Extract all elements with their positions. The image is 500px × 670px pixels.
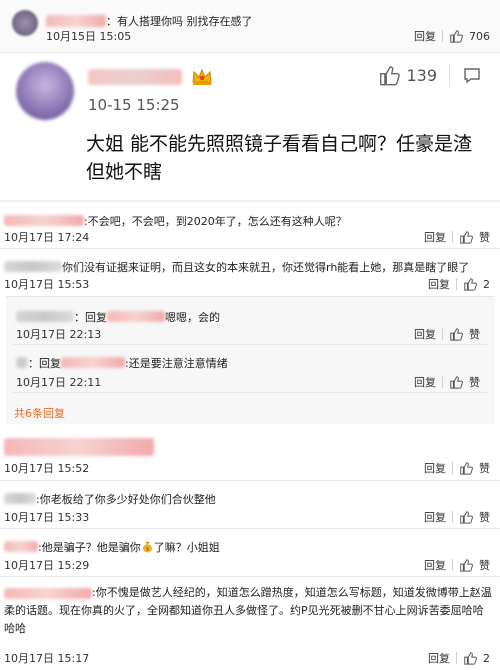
comment-time: 10月17日 17:24 — [4, 231, 90, 244]
more-replies-link[interactable]: 共6条回复 — [14, 405, 65, 421]
thumbs-up-icon[interactable] — [459, 510, 473, 524]
divider — [456, 652, 457, 664]
thumbs-up-icon[interactable] — [449, 29, 463, 43]
like-label: 赞 — [479, 462, 490, 475]
reply-button[interactable]: 回复 — [414, 374, 436, 390]
divider — [452, 462, 453, 474]
list-item: :你老板给了你多少好处你们合伙整他 10月17日 15:33 回复 赞 — [0, 484, 500, 524]
username-redacted[interactable] — [88, 68, 182, 85]
divider — [452, 231, 453, 243]
comment-text: 嗯嗯，会的 — [165, 311, 220, 324]
reply-prefix: ：回复 — [74, 311, 107, 324]
like-label: 赞 — [469, 376, 480, 389]
like-count: 2 — [483, 277, 490, 291]
like-count: 2 — [483, 651, 490, 665]
divider — [442, 376, 443, 388]
thumbs-up-icon[interactable] — [459, 230, 473, 244]
reply-item: ：回复 嗯嗯，会的 10月17日 22:13 回复 赞 — [0, 302, 500, 342]
list-item: 你们没有证据来证明，而且这女的本来就丑，你还觉得rh能看上她，那真是瞎了眼了 1… — [0, 252, 500, 292]
like-count: 706 — [469, 29, 490, 43]
comment-text: :他是骗子？他是骗你 — [38, 541, 141, 554]
comment-time: 10月17日 15:52 — [4, 462, 90, 475]
reply-button[interactable]: 回复 — [414, 28, 436, 44]
thumbs-up-icon[interactable] — [463, 651, 477, 665]
divider — [442, 30, 443, 42]
comment-text-continued: 了嘛？小姐姐 — [153, 541, 220, 554]
comment-time: 10月15日 15:05 — [46, 30, 132, 43]
list-item: :不会吧，不会吧，到2020年了，怎么还有这种人呢？ 10月17日 17:24 … — [0, 206, 500, 246]
avatar[interactable] — [16, 62, 74, 120]
comment-text: :不会吧，不会吧，到2020年了，怎么还有这种人呢？ — [84, 215, 347, 228]
reply-item: ：回复 :还是要注意注意情绪 10月17日 22:11 回复 赞 — [0, 348, 500, 390]
mention-redacted[interactable] — [61, 357, 125, 368]
divider — [449, 64, 450, 86]
thumbs-up-icon[interactable] — [378, 64, 401, 86]
comment-time: 10-15 15:25 — [88, 96, 180, 114]
thumbs-up-icon[interactable] — [459, 461, 473, 475]
comment-text: :还是要注意注意情绪 — [125, 357, 228, 370]
username-redacted[interactable] — [16, 357, 28, 368]
thumbs-up-icon[interactable] — [459, 558, 473, 572]
username-redacted[interactable] — [4, 261, 62, 272]
list-item: 10月17日 15:52 回复 赞 — [0, 430, 500, 476]
crown-icon — [192, 68, 212, 85]
comment-time: 10月17日 22:13 — [16, 328, 102, 341]
divider — [456, 278, 457, 290]
divider — [442, 328, 443, 340]
comment-time: 10月17日 15:17 — [4, 652, 90, 665]
featured-comment: 10-15 15:25 139 大姐 能不能先照照镜子看看自己啊？任豪是渣但她不… — [0, 54, 500, 200]
reply-button[interactable]: 回复 — [428, 276, 450, 292]
comment-text: 你们没有证据来证明，而且这女的本来就丑，你还觉得rh能看上她，那真是瞎了眼了 — [62, 261, 470, 274]
username-redacted[interactable] — [4, 587, 92, 599]
comment-text-redacted — [4, 437, 154, 456]
reply-button[interactable]: 回复 — [428, 650, 450, 666]
username-redacted[interactable] — [4, 493, 36, 504]
like-count: 139 — [406, 65, 437, 85]
comment-icon[interactable] — [462, 65, 482, 85]
reply-button[interactable]: 回复 — [424, 509, 446, 525]
money-bag-emoji-icon: $ — [142, 541, 152, 553]
avatar[interactable] — [12, 10, 38, 36]
reply-prefix: ：回复 — [28, 357, 61, 370]
list-item: :他是骗子？他是骗你 $ 了嘛？小姐姐 10月17日 15:29 回复 赞 — [0, 532, 500, 572]
mention-redacted[interactable] — [107, 311, 165, 322]
thumbs-up-icon[interactable] — [449, 327, 463, 341]
thumbs-up-icon[interactable] — [449, 375, 463, 389]
like-label: 赞 — [479, 559, 490, 572]
like-label: 赞 — [479, 231, 490, 244]
reply-button[interactable]: 回复 — [424, 460, 446, 476]
comment-text: ：有人搭理你吗 别找存在感了 — [106, 15, 253, 28]
like-label: 赞 — [479, 511, 490, 524]
list-item: :你不愧是做艺人经纪的，知道怎么蹭热度，知道怎么写标题，知道发微博带上赵温柔的话… — [0, 580, 500, 670]
divider — [452, 559, 453, 571]
comment-time: 10月17日 22:11 — [16, 376, 102, 389]
divider — [452, 511, 453, 523]
comment-time: 10月17日 15:33 — [4, 511, 90, 524]
comment-text: :你老板给了你多少好处你们合伙整他 — [36, 493, 216, 506]
username-redacted[interactable] — [16, 311, 74, 322]
reply-button[interactable]: 回复 — [414, 326, 436, 342]
svg-text:$: $ — [145, 547, 149, 553]
like-label: 赞 — [469, 328, 480, 341]
comment-time: 10月17日 15:53 — [4, 278, 90, 291]
thumbs-up-icon[interactable] — [463, 277, 477, 291]
reply-button[interactable]: 回复 — [424, 557, 446, 573]
top-comment: ：有人搭理你吗 别找存在感了 10月15日 15:05 回复 706 — [0, 6, 500, 46]
username-redacted[interactable] — [46, 14, 106, 27]
comment-text: 大姐 能不能先照照镜子看看自己啊？任豪是渣但她不瞎 — [86, 133, 473, 183]
comment-time: 10月17日 15:29 — [4, 559, 90, 572]
username-redacted[interactable] — [4, 215, 84, 226]
reply-button[interactable]: 回复 — [424, 229, 446, 245]
username-redacted[interactable] — [4, 541, 38, 552]
